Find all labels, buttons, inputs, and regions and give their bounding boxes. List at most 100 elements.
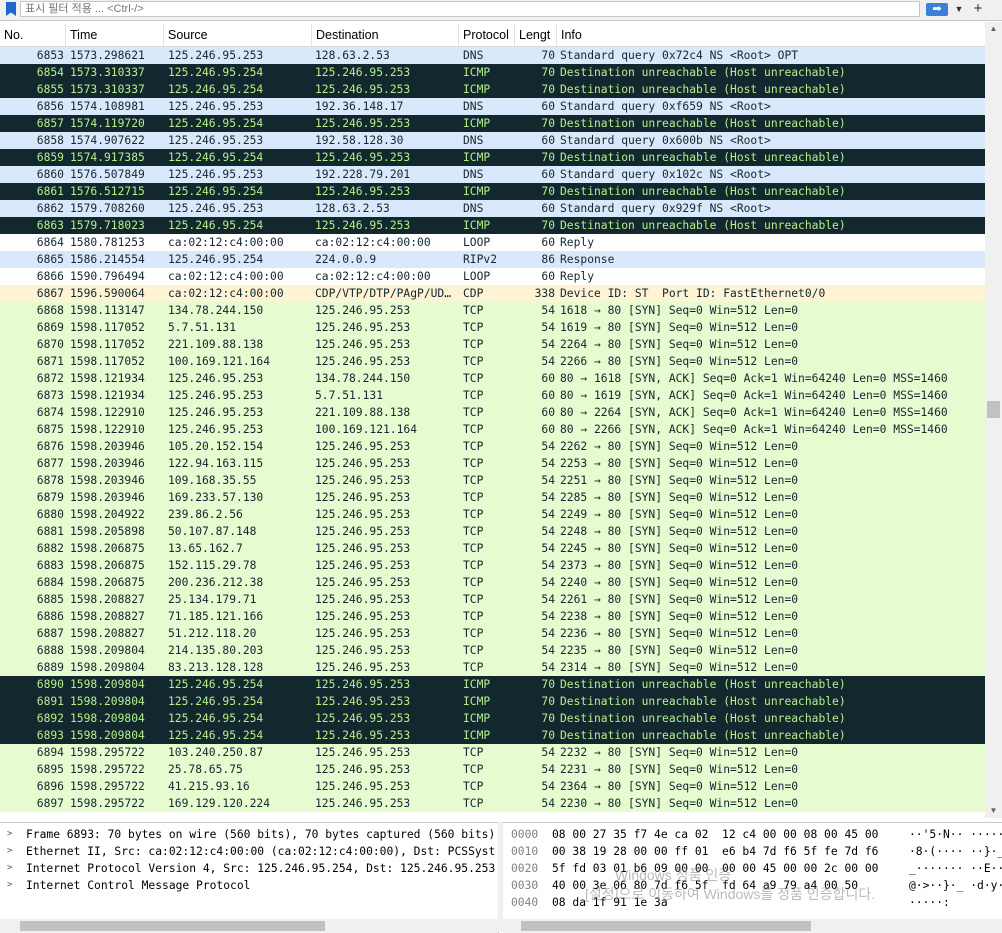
scrollbar-thumb[interactable] <box>521 921 811 931</box>
packet-row[interactable]: 6870 1598.117052 221.109.88.138 125.246.95.… <box>0 336 985 353</box>
tree-item-frame[interactable]: > Frame 6893: 70 bytes on wire (560 bits… <box>0 826 498 843</box>
packet-row[interactable]: 6885 1598.208827 25.134.179.71 125.246.95.2… <box>0 591 985 608</box>
packet-length: 54 <box>541 474 555 487</box>
packet-row[interactable]: 6871 1598.117052 100.169.121.164 125.246.95… <box>0 353 985 370</box>
packet-row[interactable]: 6892 1598.209804 125.246.95.254 125.246.95.… <box>0 710 985 727</box>
packet-length: 60 <box>541 202 555 215</box>
packet-no: 6897 <box>36 797 64 810</box>
packet-row[interactable]: 6894 1598.295722 103.240.250.87 125.246.95.… <box>0 744 985 761</box>
packet-row[interactable]: 6891 1598.209804 125.246.95.254 125.246.95.… <box>0 693 985 710</box>
packet-row[interactable]: 6864 1580.781253 ca:02:12:c4:00:00 ca:02:12… <box>0 234 985 251</box>
packet-row[interactable]: 6890 1598.209804 125.246.95.254 125.246.95.… <box>0 676 985 693</box>
packet-no: 6882 <box>36 542 64 555</box>
packet-length: 54 <box>541 661 555 674</box>
packet-row[interactable]: 6866 1590.796494 ca:02:12:c4:00:00 ca:02:12… <box>0 268 985 285</box>
packet-row[interactable]: 6888 1598.209804 214.135.80.203 125.246.95.… <box>0 642 985 659</box>
packet-row[interactable]: 6857 1574.119720 125.246.95.254 125.246.95.… <box>0 115 985 132</box>
packet-row[interactable]: 6877 1598.203946 122.94.163.115 125.246.95.… <box>0 455 985 472</box>
scrollbar-thumb[interactable] <box>987 401 1000 418</box>
packet-row[interactable]: 6856 1574.108981 125.246.95.253 192.36.148.… <box>0 98 985 115</box>
packet-row[interactable]: 6893 1598.209804 125.246.95.254 125.246.95.… <box>0 727 985 744</box>
column-destination[interactable]: Destination <box>312 24 459 46</box>
packet-row[interactable]: 6881 1598.205898 50.107.87.148 125.246.95.2… <box>0 523 985 540</box>
column-no[interactable]: No. <box>0 24 66 46</box>
packet-row[interactable]: 6887 1598.208827 51.212.118.20 125.246.95.2… <box>0 625 985 642</box>
packet-row[interactable]: 6867 1596.590064 ca:02:12:c4:00:00 CDP/VTP/… <box>0 285 985 302</box>
bookmark-icon[interactable] <box>6 2 16 16</box>
packet-row[interactable]: 6859 1574.917385 125.246.95.254 125.246.95.… <box>0 149 985 166</box>
column-info[interactable]: Info <box>557 24 985 46</box>
scroll-up-arrow-icon[interactable]: ▲ <box>985 22 1002 36</box>
packet-row[interactable]: 6858 1574.907622 125.246.95.253 192.58.128.… <box>0 132 985 149</box>
hex-row: 0030 40 00 3e 06 80 7d f6 5f fd 64 a9 79… <box>511 879 1002 892</box>
expand-arrow-icon[interactable]: > <box>7 860 12 877</box>
packet-row[interactable]: 6865 1586.214554 125.246.95.254 224.0.0.9 RI… <box>0 251 985 268</box>
packet-row[interactable]: 6886 1598.208827 71.185.121.166 125.246.95.… <box>0 608 985 625</box>
expand-arrow-icon[interactable]: > <box>7 826 12 843</box>
expand-arrow-icon[interactable]: > <box>7 843 12 860</box>
column-source[interactable]: Source <box>164 24 312 46</box>
add-filter-button[interactable]: + <box>970 0 986 18</box>
tree-item-ipv4[interactable]: > Internet Protocol Version 4, Src: 125.… <box>0 860 498 877</box>
packet-time: 1590.796494 <box>70 270 145 283</box>
packet-row[interactable]: 6878 1598.203946 109.168.35.55 125.246.95.2… <box>0 472 985 489</box>
packet-row[interactable]: 6897 1598.295722 169.129.120.224 125.246.95… <box>0 795 985 812</box>
packet-source: 71.185.121.166 <box>168 610 264 623</box>
packet-row[interactable]: 6869 1598.117052 5.7.51.131 125.246.95.253 T… <box>0 319 985 336</box>
display-filter-input[interactable] <box>20 1 920 17</box>
packet-row[interactable]: 6896 1598.295722 41.215.93.16 125.246.95.25… <box>0 778 985 795</box>
scroll-down-arrow-icon[interactable]: ▼ <box>985 804 1002 818</box>
packet-time: 1573.310337 <box>70 83 145 96</box>
packet-source: 125.246.95.254 <box>168 253 264 266</box>
column-length[interactable]: Lengt <box>515 24 557 46</box>
packet-row[interactable]: 6874 1598.122910 125.246.95.253 221.109.88.… <box>0 404 985 421</box>
packet-row[interactable]: 6861 1576.512715 125.246.95.254 125.246.95.… <box>0 183 985 200</box>
packet-list-scrollbar[interactable]: ▲ ▼ <box>985 22 1002 818</box>
expand-arrow-icon[interactable]: > <box>7 877 12 894</box>
packet-row[interactable]: 6876 1598.203946 105.20.152.154 125.246.95.… <box>0 438 985 455</box>
packet-no: 6863 <box>36 219 64 232</box>
tree-item-icmp[interactable]: > Internet Control Message Protocol <box>0 877 498 894</box>
packet-info: 80 → 1619 [SYN, ACK] Seq=0 Ack=1 Win=642… <box>560 389 948 402</box>
scrollbar-thumb[interactable] <box>20 921 325 931</box>
packet-row[interactable]: 6868 1598.113147 134.78.244.150 125.246.95.… <box>0 302 985 319</box>
packet-time: 1598.206875 <box>70 576 145 589</box>
packet-row[interactable]: 6855 1573.310337 125.246.95.254 125.246.95.… <box>0 81 985 98</box>
packet-protocol: TCP <box>463 644 484 657</box>
packet-no: 6859 <box>36 151 64 164</box>
packet-info: Standard query 0xf659 NS <Root> <box>560 100 771 113</box>
packet-row[interactable]: 6882 1598.206875 13.65.162.7 125.246.95.253… <box>0 540 985 557</box>
apply-filter-button[interactable]: ➡ <box>926 3 948 16</box>
packet-no: 6886 <box>36 610 64 623</box>
packet-row[interactable]: 6880 1598.204922 239.86.2.56 125.246.95.253… <box>0 506 985 523</box>
column-protocol[interactable]: Protocol <box>459 24 515 46</box>
packet-destination: 192.228.79.201 <box>315 168 411 181</box>
packet-row[interactable]: 6889 1598.209804 83.213.128.128 125.246.95.… <box>0 659 985 676</box>
packet-info: 2261 → 80 [SYN] Seq=0 Win=512 Len=0 <box>560 593 799 606</box>
packet-row[interactable]: 6895 1598.295722 25.78.65.75 125.246.95.253… <box>0 761 985 778</box>
packet-source: 125.246.95.254 <box>168 117 264 130</box>
details-horizontal-scrollbar[interactable] <box>0 919 498 933</box>
filter-history-dropdown[interactable]: ▼ <box>953 1 965 17</box>
packet-row[interactable]: 6883 1598.206875 152.115.29.78 125.246.95.2… <box>0 557 985 574</box>
packet-info: Standard query 0x72c4 NS <Root> OPT <box>560 49 799 62</box>
packet-row[interactable]: 6860 1576.507849 125.246.95.253 192.228.79.… <box>0 166 985 183</box>
packet-protocol: ICMP <box>463 219 491 232</box>
packet-row[interactable]: 6884 1598.206875 200.236.212.38 125.246.95.… <box>0 574 985 591</box>
packet-row[interactable]: 6873 1598.121934 125.246.95.253 5.7.51.131 T… <box>0 387 985 404</box>
packet-row[interactable]: 6863 1579.718023 125.246.95.254 125.246.95.… <box>0 217 985 234</box>
packet-row[interactable]: 6872 1598.121934 125.246.95.253 134.78.244.… <box>0 370 985 387</box>
packet-row[interactable]: 6854 1573.310337 125.246.95.254 125.246.95.… <box>0 64 985 81</box>
tree-item-ethernet[interactable]: > Ethernet II, Src: ca:02:12:c4:00:00 (c… <box>0 843 498 860</box>
packet-no: 6855 <box>36 83 64 96</box>
packet-destination: 125.246.95.253 <box>315 508 411 521</box>
packet-source: 109.168.35.55 <box>168 474 257 487</box>
packet-row[interactable]: 6879 1598.203946 169.233.57.130 125.246.95.… <box>0 489 985 506</box>
packet-row[interactable]: 6862 1579.708260 125.246.95.253 128.63.2.53… <box>0 200 985 217</box>
bytes-horizontal-scrollbar[interactable] <box>503 919 1002 933</box>
column-time[interactable]: Time <box>66 24 164 46</box>
packet-row[interactable]: 6853 1573.298621 125.246.95.253 128.63.2.53… <box>0 47 985 64</box>
packet-length: 338 <box>534 287 555 300</box>
packet-row[interactable]: 6875 1598.122910 125.246.95.253 100.169.121… <box>0 421 985 438</box>
packet-time: 1598.203946 <box>70 457 145 470</box>
